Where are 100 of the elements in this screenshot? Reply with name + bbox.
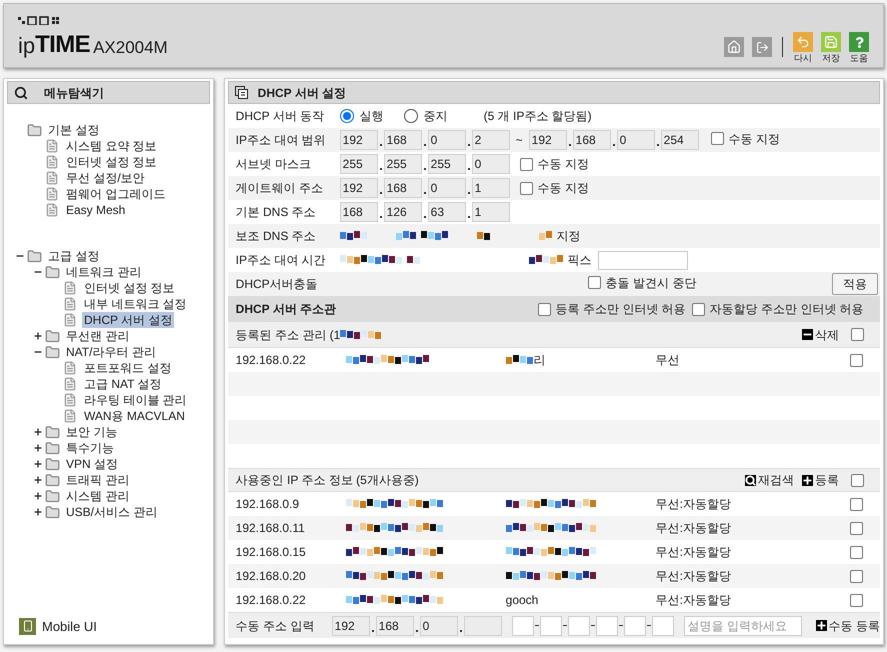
toolbar-link[interactable]: 등록: [802, 471, 839, 489]
expand-icon[interactable]: [33, 459, 43, 469]
tree-item[interactable]: WAN용 MACVLAN: [82, 408, 187, 424]
tree-item[interactable]: 내부 네트워크 설정: [82, 296, 189, 312]
ip-octet-field[interactable]: 0: [428, 130, 466, 150]
radio-button[interactable]: [404, 109, 418, 123]
ip-octet-field[interactable]: 168: [572, 130, 611, 150]
page-icon: [63, 313, 77, 327]
expand-icon[interactable]: [33, 427, 43, 437]
ip-octet-field[interactable]: 192: [332, 616, 370, 636]
mac-octet-field[interactable]: [512, 616, 534, 636]
ip-octet-field[interactable]: 168: [340, 202, 378, 222]
mac-octet-field[interactable]: [540, 616, 562, 636]
mobile-ui-link[interactable]: Mobile UI: [42, 616, 97, 636]
ip-octet-field[interactable]: 192: [528, 130, 567, 150]
tree-item[interactable]: 트래픽 관리: [64, 472, 132, 488]
help-icon: [854, 36, 864, 48]
checkbox[interactable]: [538, 302, 551, 316]
checkbox[interactable]: [520, 158, 533, 170]
ip-octet-field[interactable]: 255: [384, 154, 422, 174]
expand-icon[interactable]: [33, 491, 43, 501]
expand-icon[interactable]: [33, 443, 43, 453]
tree-item[interactable]: NAT/라우터 관리: [64, 344, 158, 360]
ip-octet-field[interactable]: 63: [428, 202, 466, 222]
tree-item[interactable]: 시스템 관리: [64, 488, 132, 504]
search-icon: [745, 474, 756, 486]
mac-octet-field[interactable]: [652, 616, 674, 636]
tree-item[interactable]: 시스템 요약 정보: [64, 138, 159, 154]
tree-item[interactable]: 인터넷 설정 정보: [82, 280, 177, 296]
ip-octet-field[interactable]: 2: [472, 130, 510, 150]
checkbox[interactable]: [850, 498, 863, 510]
tree-item[interactable]: USB/서비스 관리: [64, 504, 160, 520]
tree-item[interactable]: 기본 설정: [46, 122, 102, 138]
field-label: 서브넷 마스크: [236, 156, 312, 173]
checkbox-label: 수동 지정: [538, 156, 589, 173]
checkbox[interactable]: [851, 474, 864, 486]
ip-octet-field[interactable]: 255: [340, 154, 378, 174]
description-field[interactable]: 설명을 입력하세요: [684, 616, 802, 636]
toolbar-link[interactable]: 재검색: [745, 471, 794, 489]
ip-octet-field[interactable]: 168: [384, 178, 422, 198]
ip-octet-field[interactable]: 0: [428, 178, 466, 198]
ip-octet-field[interactable]: 0: [616, 130, 655, 150]
ip-octet-field[interactable]: 168: [376, 616, 414, 636]
radio-button[interactable]: [340, 109, 354, 123]
panel-title: DHCP 서버 설정: [258, 84, 346, 102]
ip-octet-field[interactable]: 0: [472, 154, 510, 174]
tree-item[interactable]: 인터넷 설정 정보: [64, 154, 159, 170]
ip-octet-field[interactable]: 168: [384, 130, 422, 150]
tree-item[interactable]: 펌웨어 업그레이드: [64, 186, 168, 202]
input-field[interactable]: [598, 250, 688, 270]
apply-button[interactable]: 적용: [832, 273, 878, 295]
ip-octet-field[interactable]: 255: [428, 154, 466, 174]
home-button[interactable]: [724, 37, 744, 57]
checkbox[interactable]: [850, 594, 863, 606]
checkbox[interactable]: [588, 276, 601, 290]
ip-address: 192.168.0.22: [236, 352, 307, 369]
page-icon: [45, 155, 59, 169]
tree-item[interactable]: 라우팅 테이블 관리: [82, 392, 189, 408]
tree-item[interactable]: 포트포워드 설정: [82, 360, 174, 376]
tree-item[interactable]: 무선랜 관리: [64, 328, 132, 344]
ip-octet-field[interactable]: 192: [340, 130, 378, 150]
checkbox[interactable]: [850, 570, 863, 582]
expand-icon[interactable]: [33, 331, 43, 341]
tree-item[interactable]: 보안 기능: [64, 424, 120, 440]
page-icon: [45, 187, 59, 201]
ip-octet-field[interactable]: 192: [340, 178, 378, 198]
connection-type: 무선: [656, 352, 681, 369]
logout-button[interactable]: [752, 37, 772, 57]
tree-item[interactable]: Easy Mesh: [64, 202, 128, 218]
manual-register-link[interactable]: 수동 등록: [816, 616, 880, 634]
expand-icon[interactable]: [33, 475, 43, 485]
checkbox[interactable]: [710, 132, 724, 146]
logo-text: ip: [18, 35, 36, 57]
tree-item[interactable]: 무선 설정/보안: [64, 170, 147, 186]
checkbox[interactable]: [520, 182, 533, 194]
checkbox[interactable]: [851, 328, 864, 341]
logout-icon: [756, 40, 768, 54]
ip-octet-field[interactable]: 1: [472, 178, 510, 198]
ip-octet-field[interactable]: 126: [384, 202, 422, 222]
mac-octet-field[interactable]: [596, 616, 618, 636]
tree-item[interactable]: 특수기능: [64, 440, 116, 456]
tree-item[interactable]: 고급 설정: [46, 248, 102, 264]
checkbox[interactable]: [692, 302, 705, 316]
tree-item[interactable]: DHCP 서버 설정: [82, 312, 174, 328]
delete-link[interactable]: 삭제: [815, 326, 839, 344]
tree-item[interactable]: 고급 NAT 설정: [82, 376, 164, 392]
mac-octet-field[interactable]: [568, 616, 590, 636]
ip-octet-field[interactable]: [464, 616, 502, 636]
ip-octet-field[interactable]: 0: [420, 616, 458, 636]
checkbox[interactable]: [850, 522, 863, 534]
mac-octet-field[interactable]: [624, 616, 646, 636]
tree-item[interactable]: VPN 설정: [64, 456, 120, 472]
expand-icon[interactable]: [33, 507, 43, 517]
checkbox[interactable]: [850, 546, 863, 558]
ip-octet-field[interactable]: 1: [472, 202, 510, 222]
tree-item[interactable]: 네트워크 관리: [64, 264, 144, 280]
ip-octet-field[interactable]: 254: [660, 130, 699, 150]
connection-type: 무선:자동할당: [656, 496, 732, 513]
folder-icon: [45, 264, 60, 280]
checkbox[interactable]: [850, 354, 863, 366]
